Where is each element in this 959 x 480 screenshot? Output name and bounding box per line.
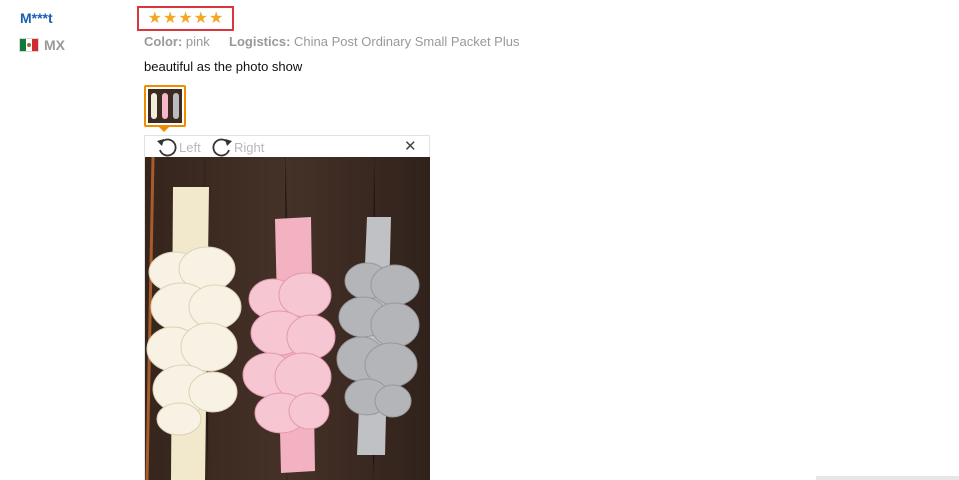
logistics-label: Logistics: [229, 34, 291, 49]
star-icon: ★ [162, 9, 178, 27]
star-icon: ★ [209, 9, 224, 27]
review-text: beautiful as the photo show [144, 59, 303, 74]
close-icon[interactable]: ✕ [404, 138, 417, 156]
thumbnail-pointer [158, 126, 170, 132]
horizontal-scrollbar[interactable] [816, 476, 959, 480]
mexico-flag-icon [19, 38, 39, 52]
rotate-right-icon [212, 138, 232, 157]
color-value: pink [185, 34, 210, 49]
review-photo [145, 157, 430, 480]
rotate-right-button[interactable]: Right [211, 137, 264, 157]
star-rating: ★ ★ ★ ★ ★ [137, 6, 234, 31]
rotate-left-label: Left [179, 139, 201, 155]
reviewer-country: MX [19, 37, 65, 53]
star-icon: ★ [193, 9, 209, 27]
photo-viewer: Left Right ✕ [144, 135, 430, 480]
reviewer-name[interactable]: M***t [20, 10, 53, 26]
order-attributes: Color: pink Logistics: China Post Ordina… [144, 34, 519, 49]
country-code: MX [44, 37, 65, 53]
star-icon: ★ [178, 9, 193, 27]
review-photo-thumbnail[interactable] [144, 85, 186, 127]
rotate-left-button[interactable]: Left [156, 137, 201, 157]
star-icon: ★ [147, 9, 162, 27]
rotate-left-icon [157, 138, 177, 157]
viewer-toolbar: Left Right ✕ [145, 136, 429, 157]
logistics-value: China Post Ordinary Small Packet Plus [294, 34, 520, 49]
rotate-right-label: Right [234, 139, 265, 155]
color-label: Color: [144, 34, 183, 49]
thumbnail-image [148, 89, 182, 123]
